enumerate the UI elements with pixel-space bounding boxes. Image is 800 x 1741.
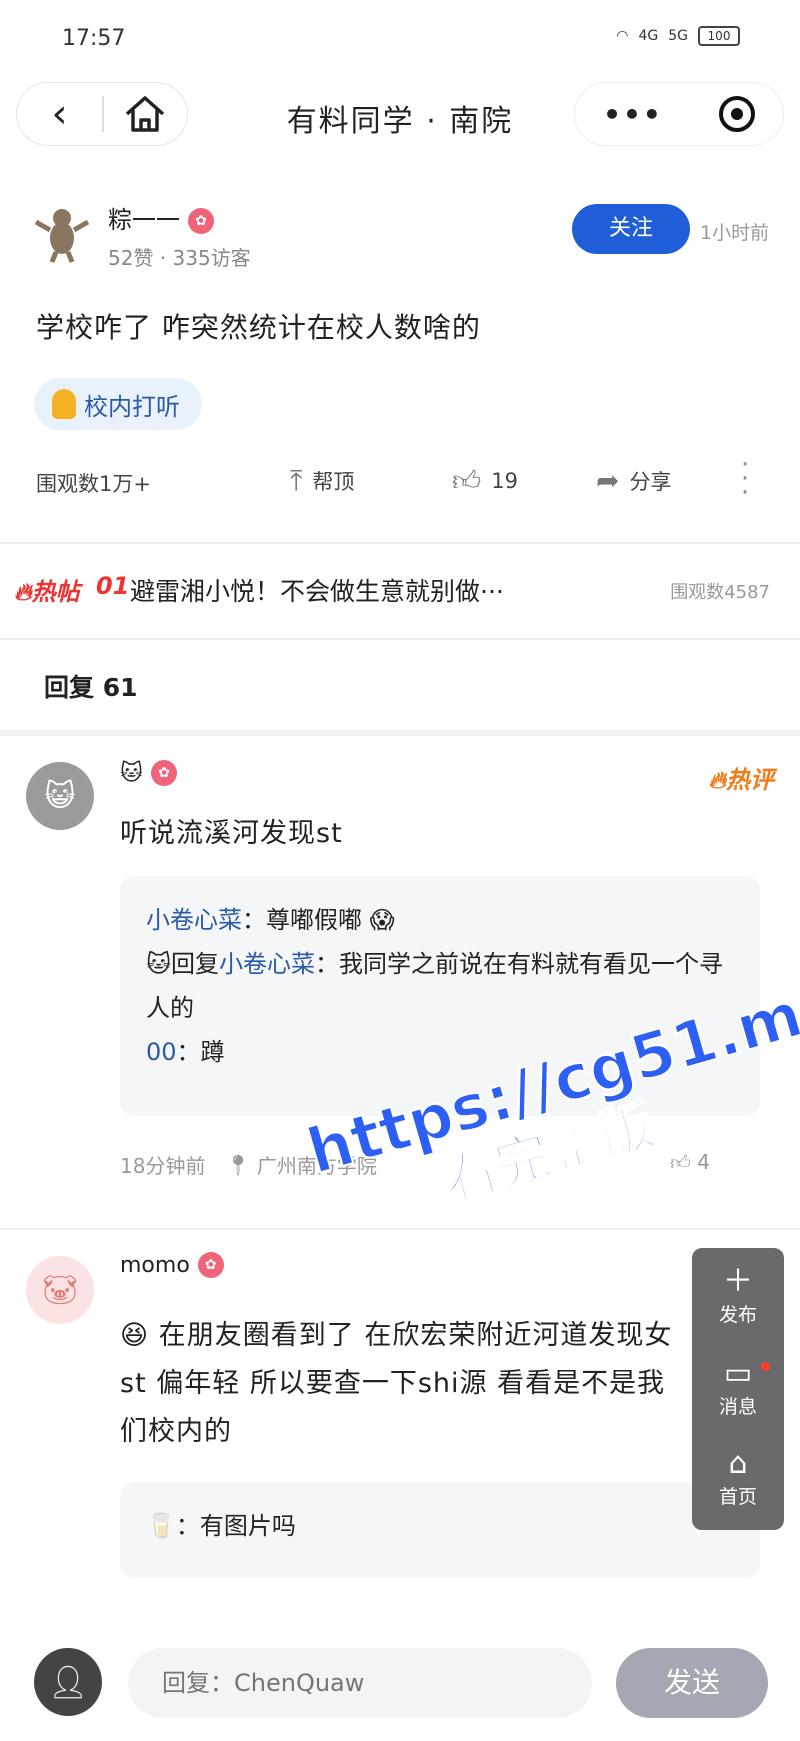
- like-button[interactable]: 👍︎ 19: [452, 464, 518, 498]
- thumbs-up-icon: 👍︎: [670, 1150, 691, 1174]
- reply-text: 蹲: [200, 1038, 225, 1066]
- status-icons: ◠ 4G 5G 100: [616, 26, 740, 46]
- location-pin-icon: 📍︎: [225, 1152, 251, 1177]
- badge-icon: ✿: [197, 1252, 224, 1278]
- plus-icon: ＋: [723, 1264, 753, 1299]
- reply-bar: 👤︎ 发送: [0, 1620, 800, 1741]
- more-icon[interactable]: •••: [603, 98, 663, 131]
- reply-sep: ：: [315, 950, 340, 978]
- divider: [0, 730, 800, 736]
- reply-sep: ：: [176, 1038, 201, 1066]
- share-button[interactable]: ➦ 分享: [596, 464, 671, 497]
- hot-post-label: 🔥︎热帖: [14, 578, 80, 606]
- hot-post-title: 避雷湘小悦！不会做生意就别做···: [130, 577, 504, 606]
- status-time: 17:57: [62, 26, 126, 51]
- messages-label: 消息: [718, 1396, 757, 1418]
- reply-author[interactable]: 小卷心菜: [146, 906, 242, 934]
- hot-comment-badge: 🔥︎热评: [708, 766, 774, 794]
- reply-author[interactable]: 00: [146, 1038, 177, 1066]
- commenter-name-text: momo: [120, 1252, 190, 1278]
- avatar[interactable]: [30, 200, 94, 264]
- signal-4g: 4G: [638, 28, 659, 44]
- tag-label: 校内打听: [84, 392, 180, 421]
- close-miniprogram-icon[interactable]: [718, 96, 755, 132]
- hot-post-views: 围观数4587: [670, 582, 770, 603]
- avatar[interactable]: 👤︎: [34, 1648, 102, 1716]
- author-name-text: 粽一一: [108, 206, 180, 234]
- status-bar: 17:57 ◠ 4G 5G 100: [0, 0, 800, 80]
- share-icon: ➦: [596, 464, 620, 497]
- nav-bar: ‹ 有料同学 · 南院 •••: [0, 80, 800, 170]
- messages-button[interactable]: ▭ 消息: [692, 1356, 784, 1419]
- post-actions: 围观数1万+ ⤒ 帮顶 👍︎ 19 ➦ 分享 · · ·: [0, 452, 800, 506]
- post-time: 1小时前: [700, 222, 770, 244]
- author-name[interactable]: 粽一一 ✿: [108, 200, 214, 235]
- reply-text: 尊嘟假嘟: [266, 906, 362, 934]
- hot-post-banner[interactable]: 🔥︎热帖 01 避雷湘小悦！不会做生意就别做··· 围观数4587: [0, 556, 800, 626]
- post: 粽一一 ✿ 52赞 · 335访客 关注 1小时前 学校咋了 咋突然统计在校人数啥…: [0, 180, 800, 540]
- home-icon: ⌂: [728, 1446, 748, 1481]
- signal-5g: 5G: [668, 28, 688, 44]
- reply-count: 回复 61: [44, 673, 138, 702]
- avatar[interactable]: 😺︎: [26, 762, 94, 830]
- commenter-name[interactable]: momo ✿: [120, 1252, 224, 1278]
- divider: [0, 542, 800, 544]
- hot-post-rank: 01: [96, 572, 130, 600]
- comment-like-count: 4: [697, 1150, 710, 1174]
- reply-sep: ：: [242, 906, 266, 934]
- nav-capsule-right: •••: [574, 82, 784, 146]
- badge-icon: ✿: [150, 760, 177, 786]
- home-label: 首页: [718, 1486, 757, 1508]
- top-label: 帮顶: [312, 470, 355, 494]
- home-button[interactable]: ⌂ 首页: [692, 1446, 784, 1509]
- comment-like[interactable]: 👍︎ 4: [670, 1150, 710, 1175]
- sticker-icon: 😆︎: [120, 1320, 159, 1351]
- sub-reply: 🐱回复小卷心菜：我同学之前说在有料就有看见一个寻人的: [146, 942, 734, 1030]
- send-button[interactable]: 发送: [616, 1648, 768, 1718]
- comment-time: 18分钟前: [120, 1154, 206, 1178]
- reply-sep: ：: [175, 1512, 200, 1540]
- reply-text: 有图片吗: [199, 1512, 296, 1540]
- reply-prefix: 🐱回复: [146, 950, 220, 978]
- like-count: 19: [491, 469, 518, 493]
- divider: [0, 638, 800, 640]
- thumbs-up-icon: 👍︎: [452, 464, 482, 497]
- top-button[interactable]: ⤒ 帮顶: [290, 464, 354, 498]
- comment-text: 😆︎ 在朋友圈看到了 在欣宏荣附近河道发现女st 偏年轻 所以要查一下shi源 …: [120, 1312, 680, 1456]
- topic-tag[interactable]: 校内打听: [34, 378, 202, 430]
- share-label: 分享: [629, 469, 672, 494]
- floating-action-panel: ＋ 发布 ▭ 消息 ⌂ 首页: [692, 1248, 784, 1530]
- follow-button[interactable]: 关注: [572, 204, 690, 254]
- battery-icon: 100: [698, 26, 740, 46]
- arrow-up-icon: ⤒: [290, 464, 303, 497]
- comment-text: 听说流溪河发现st: [120, 818, 343, 849]
- author-stats: 52赞 · 335访客: [108, 246, 251, 270]
- reply-author[interactable]: 小卷心菜: [219, 950, 315, 978]
- post-button[interactable]: ＋ 发布: [692, 1264, 784, 1327]
- hot-label-text: 热帖: [31, 578, 80, 606]
- sticker-icon: 😱︎: [362, 906, 395, 934]
- commenter-name-text: 🐱: [120, 760, 143, 786]
- view-count: 围观数1万+: [36, 472, 151, 496]
- message-icon: ▭: [723, 1356, 753, 1391]
- sub-reply: 小卷心菜：尊嘟假嘟 😱︎: [146, 898, 734, 942]
- post-text: 学校咋了 咋突然统计在校人数啥的: [36, 311, 481, 344]
- unread-dot: [761, 1362, 770, 1371]
- reply-box[interactable]: 🥛：有图片吗: [120, 1482, 760, 1578]
- wifi-icon: ◠: [616, 28, 629, 44]
- reply-author[interactable]: 🥛: [146, 1512, 176, 1540]
- bulb-icon: [52, 389, 76, 419]
- sub-reply: 🥛：有图片吗: [146, 1504, 734, 1548]
- badge-icon: ✿: [188, 208, 214, 234]
- more-vertical-icon[interactable]: · · ·: [740, 452, 750, 506]
- hot-comment-label: 热评: [726, 766, 774, 794]
- comment-text-body: 在朋友圈看到了 在欣宏荣附近河道发现女st 偏年轻 所以要查一下shi源 看看是…: [120, 1320, 673, 1447]
- post-label: 发布: [718, 1304, 757, 1326]
- avatar[interactable]: 🐷︎: [26, 1256, 94, 1324]
- reply-input[interactable]: [128, 1648, 592, 1718]
- commenter-name[interactable]: 🐱 ✿: [120, 760, 177, 786]
